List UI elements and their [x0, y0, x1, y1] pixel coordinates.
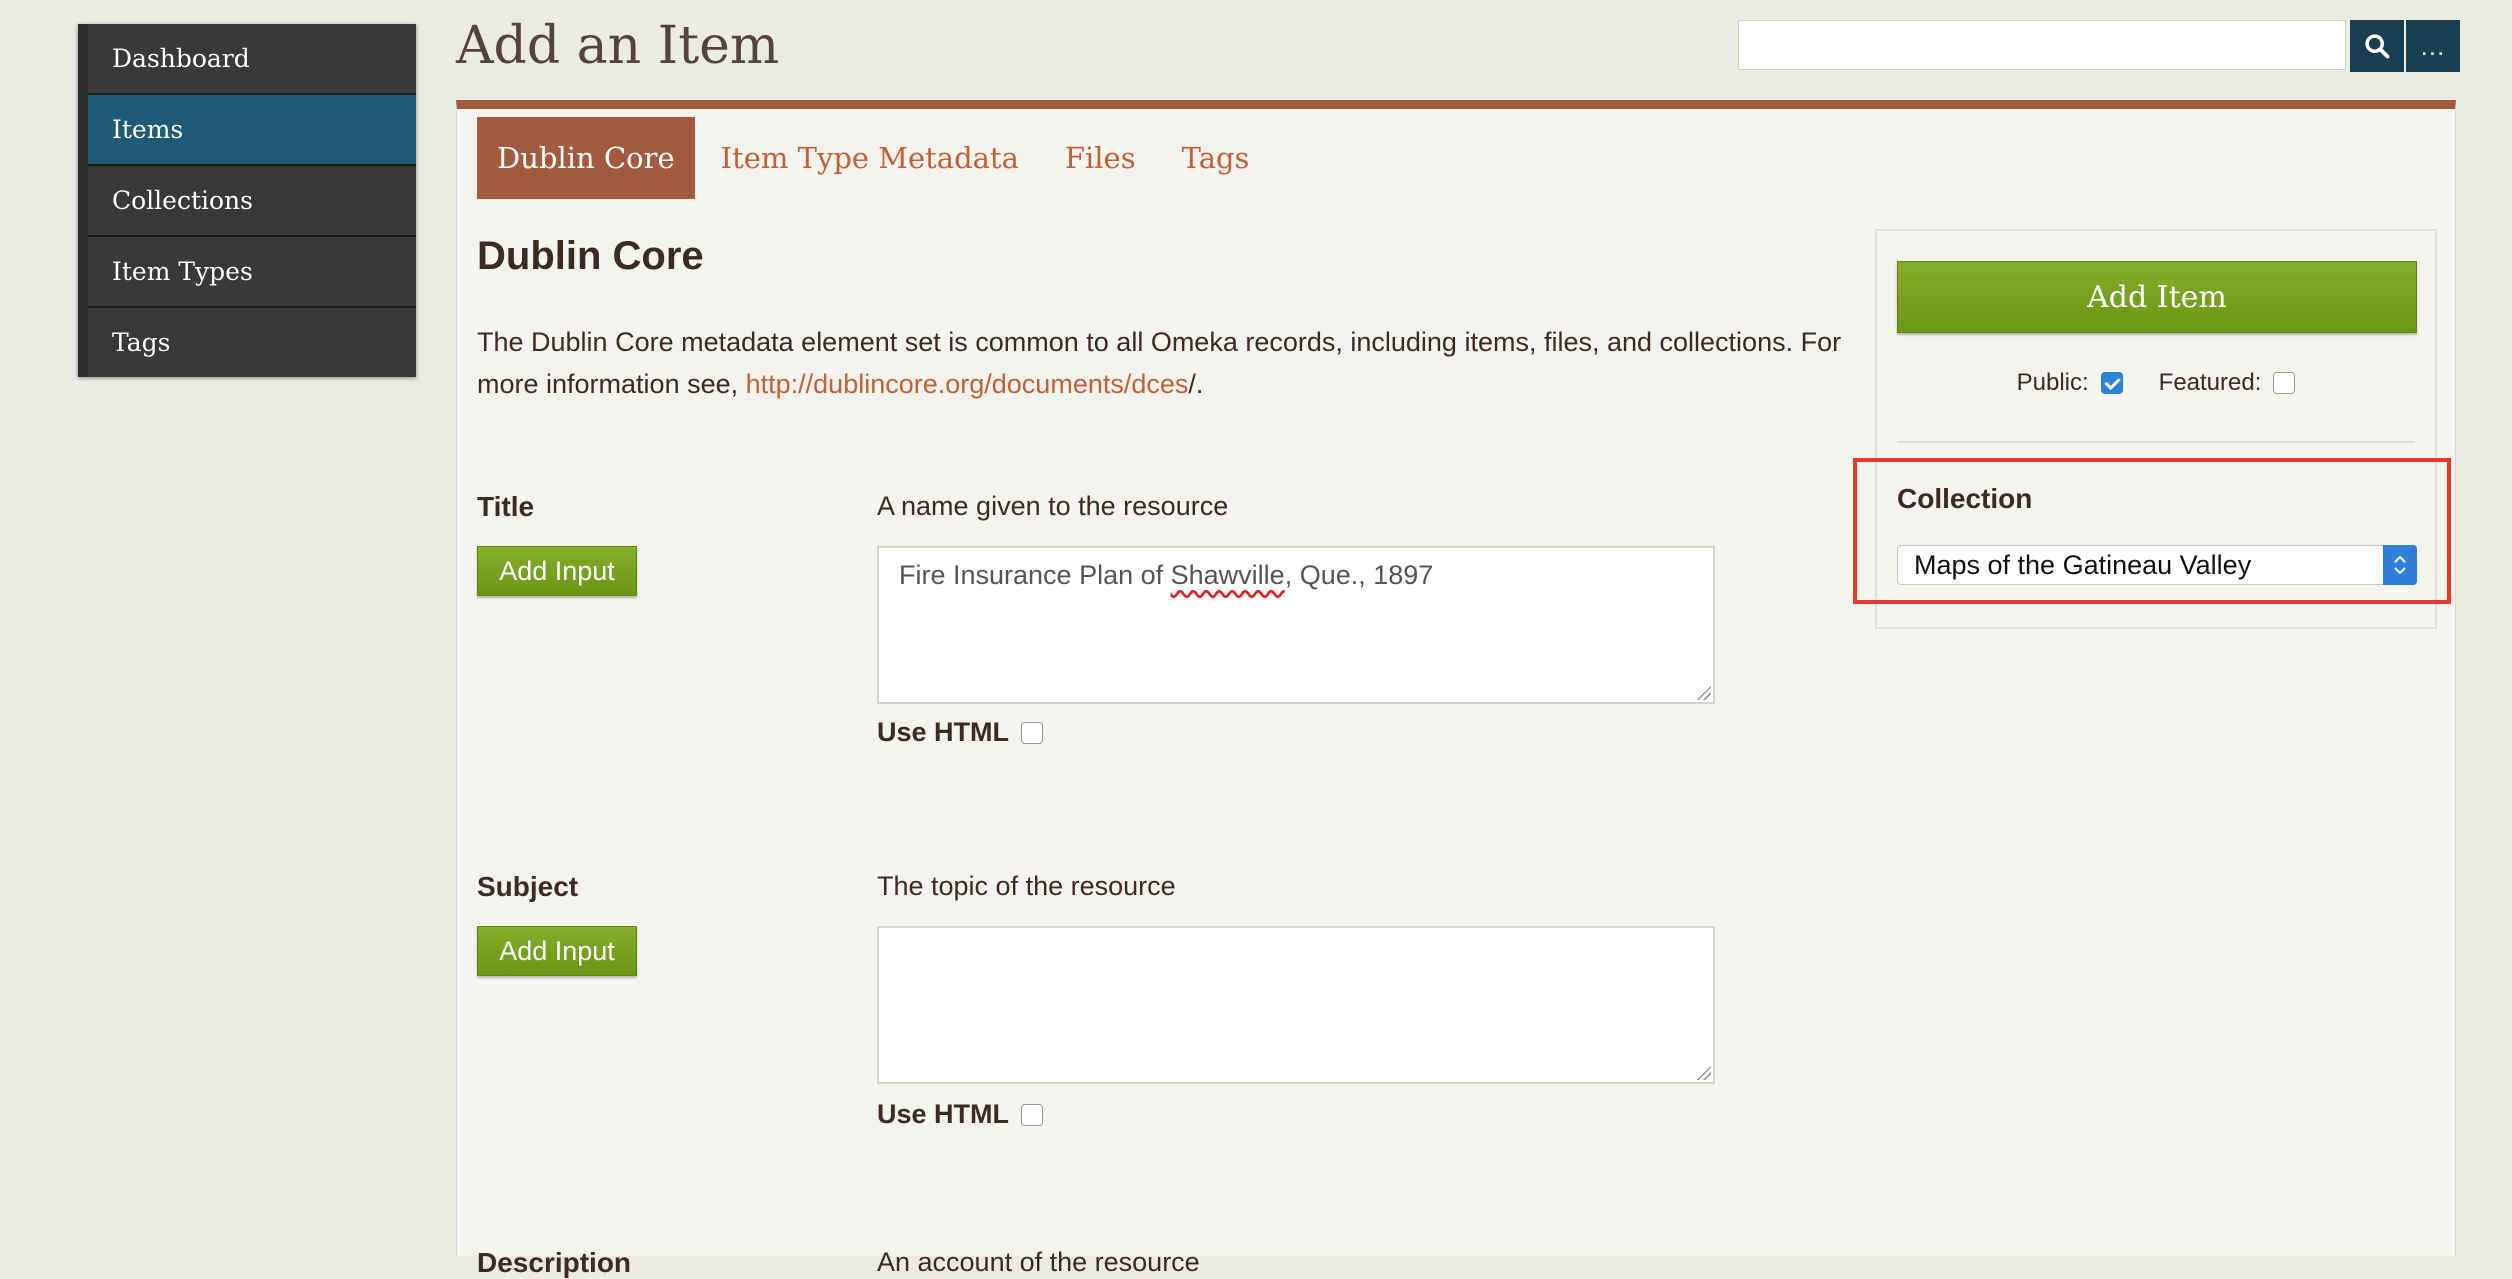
resize-handle[interactable]	[1695, 1064, 1711, 1080]
subject-field-description: The topic of the resource	[877, 871, 1176, 901]
item-flags: Public: Featured:	[1877, 369, 2435, 397]
sidebar-item-item-types[interactable]: Item Types	[88, 237, 416, 308]
divider	[1897, 441, 2415, 443]
tab-dublin-core[interactable]: Dublin Core	[477, 117, 695, 199]
search-input[interactable]	[1738, 20, 2346, 70]
title-value-start: Fire Insurance Plan of	[899, 560, 1171, 590]
tab-item-type-metadata[interactable]: Item Type Metadata	[701, 117, 1039, 199]
page-title: Add an Item	[456, 16, 780, 76]
search-icon	[2365, 34, 2390, 59]
section-intro: The Dublin Core metadata element set is …	[477, 321, 1857, 405]
dublin-core-link[interactable]: http://dublincore.org/documents/dces	[746, 369, 1189, 399]
subject-use-html-checkbox[interactable]	[1021, 1103, 1044, 1126]
add-item-button[interactable]: Add Item	[1897, 261, 2417, 333]
featured-flag: Featured:	[2159, 369, 2296, 397]
title-value-end: , Que., 1897	[1284, 560, 1434, 590]
title-field-label: Title	[477, 491, 535, 522]
title-textarea[interactable]: Fire Insurance Plan of Shawville, Que., …	[877, 546, 1715, 704]
collection-selected-value: Maps of the Gatineau Valley	[1914, 550, 2252, 580]
subject-textarea[interactable]	[877, 926, 1715, 1084]
intro-end: /.	[1188, 369, 1204, 399]
search-button[interactable]	[2350, 20, 2404, 72]
select-arrows-icon	[2383, 545, 2417, 585]
section-tabs: Dublin Core Item Type Metadata Files Tag…	[477, 117, 1275, 199]
title-field-description: A name given to the resource	[877, 491, 1229, 521]
featured-checkbox[interactable]	[2273, 372, 2296, 394]
sidebar-item-tags[interactable]: Tags	[88, 308, 416, 377]
tab-files[interactable]: Files	[1045, 117, 1156, 199]
public-checkbox[interactable]	[2100, 372, 2123, 394]
subject-field-label: Subject	[477, 871, 579, 902]
sidebar-item-collections[interactable]: Collections	[88, 166, 416, 237]
section-title: Dublin Core	[477, 234, 704, 278]
subject-add-input-button[interactable]: Add Input	[477, 926, 637, 976]
advanced-search-button[interactable]: ...	[2406, 20, 2460, 72]
main-content: Dublin Core Item Type Metadata Files Tag…	[456, 100, 2456, 1278]
collection-label: Collection	[1897, 483, 2033, 514]
title-use-html-checkbox[interactable]	[1021, 721, 1044, 744]
public-label: Public:	[2016, 369, 2089, 396]
description-field-description: An account of the resource	[877, 1247, 1200, 1277]
subject-use-html: Use HTML	[877, 1099, 1044, 1130]
use-html-label: Use HTML	[877, 717, 1010, 747]
title-add-input-button[interactable]: Add Input	[477, 546, 637, 596]
collection-select[interactable]: Maps of the Gatineau Valley	[1897, 545, 2417, 585]
sidebar: Dashboard Items Collections Item Types T…	[78, 24, 416, 377]
title-value-misspelled: Shawville	[1170, 560, 1285, 590]
featured-label: Featured:	[2158, 369, 2262, 396]
tab-tags[interactable]: Tags	[1162, 117, 1270, 199]
sidebar-item-items[interactable]: Items	[88, 95, 416, 166]
resize-handle[interactable]	[1695, 684, 1711, 700]
save-panel: Add Item Public: Featured: Collection Ma…	[1875, 229, 2437, 629]
sidebar-item-dashboard[interactable]: Dashboard	[88, 24, 416, 95]
public-flag: Public:	[2017, 369, 2123, 397]
title-use-html: Use HTML	[877, 717, 1044, 748]
description-field-label: Description	[477, 1247, 632, 1278]
use-html-label: Use HTML	[877, 1099, 1010, 1129]
